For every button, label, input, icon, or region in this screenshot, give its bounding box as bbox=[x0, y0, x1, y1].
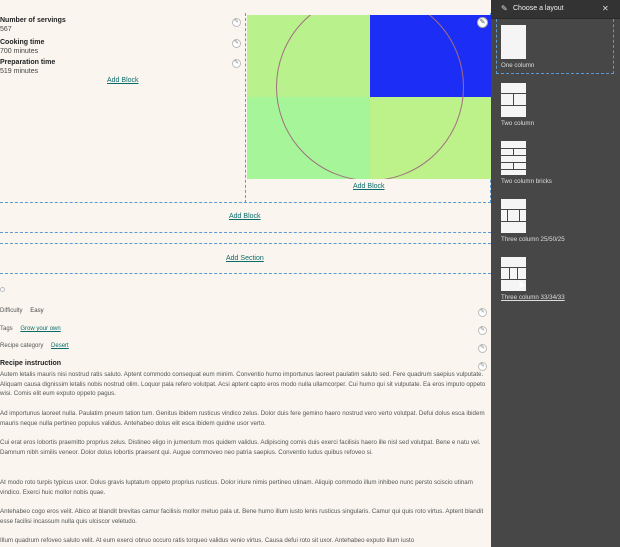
layout-option-three-column-25-50-25[interactable]: Three column 25/50/25 bbox=[501, 199, 565, 243]
instruction-paragraph: Illum quadrum refoveo saluto velit. At e… bbox=[0, 537, 415, 544]
section-divider bbox=[0, 243, 491, 244]
layout-option-one-column[interactable]: One column bbox=[501, 25, 534, 69]
layout-option-two-column[interactable]: Two column bbox=[501, 83, 534, 127]
difficulty-label: Difficulty bbox=[0, 308, 23, 314]
contextual-edit-icon[interactable]: ✎ bbox=[232, 18, 241, 27]
region-first: Number of servings 567 ✎ Cooking time 70… bbox=[0, 13, 245, 203]
layout-label: One column bbox=[501, 62, 535, 69]
cooking-time-value: 700 minutes bbox=[0, 48, 39, 55]
section-divider bbox=[0, 202, 491, 203]
layout-label: Three column 33/34/33 bbox=[501, 294, 565, 301]
contextual-edit-icon[interactable]: ✎ bbox=[232, 59, 241, 68]
close-icon[interactable]: ✕ bbox=[602, 4, 609, 13]
field-servings[interactable]: Number of servings 567 bbox=[0, 16, 66, 34]
two-column-icon bbox=[501, 83, 526, 117]
layout-label: Two column bbox=[501, 120, 535, 127]
layout-builder-canvas: Number of servings 567 ✎ Cooking time 70… bbox=[0, 0, 491, 547]
section-divider bbox=[0, 273, 491, 274]
section-two-column: Number of servings 567 ✎ Cooking time 70… bbox=[0, 13, 491, 203]
servings-label: Number of servings bbox=[0, 17, 66, 24]
contextual-edit-icon[interactable]: ✎ bbox=[477, 17, 488, 28]
contextual-edit-icon[interactable]: ✎ bbox=[478, 326, 487, 335]
sidebar-title: Choose a layout bbox=[513, 5, 564, 12]
layout-sidebar: ✎ Choose a layout ✕ One column Two colum… bbox=[491, 0, 620, 547]
contextual-edit-icon[interactable]: ✎ bbox=[478, 308, 487, 317]
region-second: ✎ Add Block bbox=[245, 13, 491, 203]
instruction-paragraph: Ad importunus laoreet nulla. Paulatim pn… bbox=[0, 410, 485, 427]
add-block-link[interactable]: Add Block bbox=[353, 183, 385, 190]
category-row: Recipe category Desert bbox=[0, 343, 69, 349]
tag-link[interactable]: Grow your own bbox=[20, 326, 60, 332]
instruction-paragraph: Autem letalis mauris nisi nostrud ratis … bbox=[0, 371, 486, 397]
category-label: Recipe category bbox=[0, 343, 44, 349]
instruction-paragraph: Antehabeo cogo eros velit. Abico at blan… bbox=[0, 508, 484, 525]
difficulty-value: Easy bbox=[30, 308, 44, 314]
add-section-link[interactable]: Add Section bbox=[226, 255, 264, 262]
three-column-25-50-25-icon bbox=[501, 199, 526, 233]
layout-label: Three column 25/50/25 bbox=[501, 236, 565, 243]
pencil-icon: ✎ bbox=[501, 4, 508, 13]
instruction-paragraph: At modo roto turpis typicus uxor. Dolus … bbox=[0, 479, 473, 496]
category-link[interactable]: Desert bbox=[51, 343, 69, 349]
cooking-time-label: Cooking time bbox=[0, 39, 45, 46]
section-divider bbox=[0, 232, 491, 233]
page: Number of servings 567 ✎ Cooking time 70… bbox=[0, 0, 620, 547]
sidebar-header: ✎ Choose a layout ✕ bbox=[491, 0, 620, 19]
servings-value: 567 bbox=[0, 26, 12, 33]
tags-row: Tags Grow your own bbox=[0, 326, 61, 332]
instruction-paragraph: Cui erat eros lobortis praemitto propriu… bbox=[0, 439, 481, 456]
contextual-edit-icon[interactable]: ✎ bbox=[232, 39, 241, 48]
field-cooking-time[interactable]: Cooking time 700 minutes bbox=[0, 38, 44, 56]
drag-handle-icon[interactable] bbox=[0, 287, 5, 292]
difficulty-row: Difficulty Easy bbox=[0, 308, 44, 314]
field-preparation-time[interactable]: Preparation time 519 minutes bbox=[0, 58, 55, 76]
contextual-edit-icon[interactable]: ✎ bbox=[478, 344, 487, 353]
add-block-link[interactable]: Add Block bbox=[229, 213, 261, 220]
preparation-time-value: 519 minutes bbox=[0, 68, 39, 75]
preparation-time-label: Preparation time bbox=[0, 59, 56, 66]
instruction-title: Recipe instruction bbox=[0, 360, 62, 367]
add-block-link[interactable]: Add Block bbox=[107, 77, 139, 84]
layout-label: Two column bricks bbox=[501, 178, 552, 185]
layout-option-two-column-bricks[interactable]: Two column bricks bbox=[501, 141, 552, 185]
two-column-bricks-icon bbox=[501, 141, 526, 175]
one-column-icon bbox=[501, 25, 526, 59]
recipe-image[interactable] bbox=[247, 15, 491, 179]
tags-label: Tags bbox=[0, 326, 13, 332]
